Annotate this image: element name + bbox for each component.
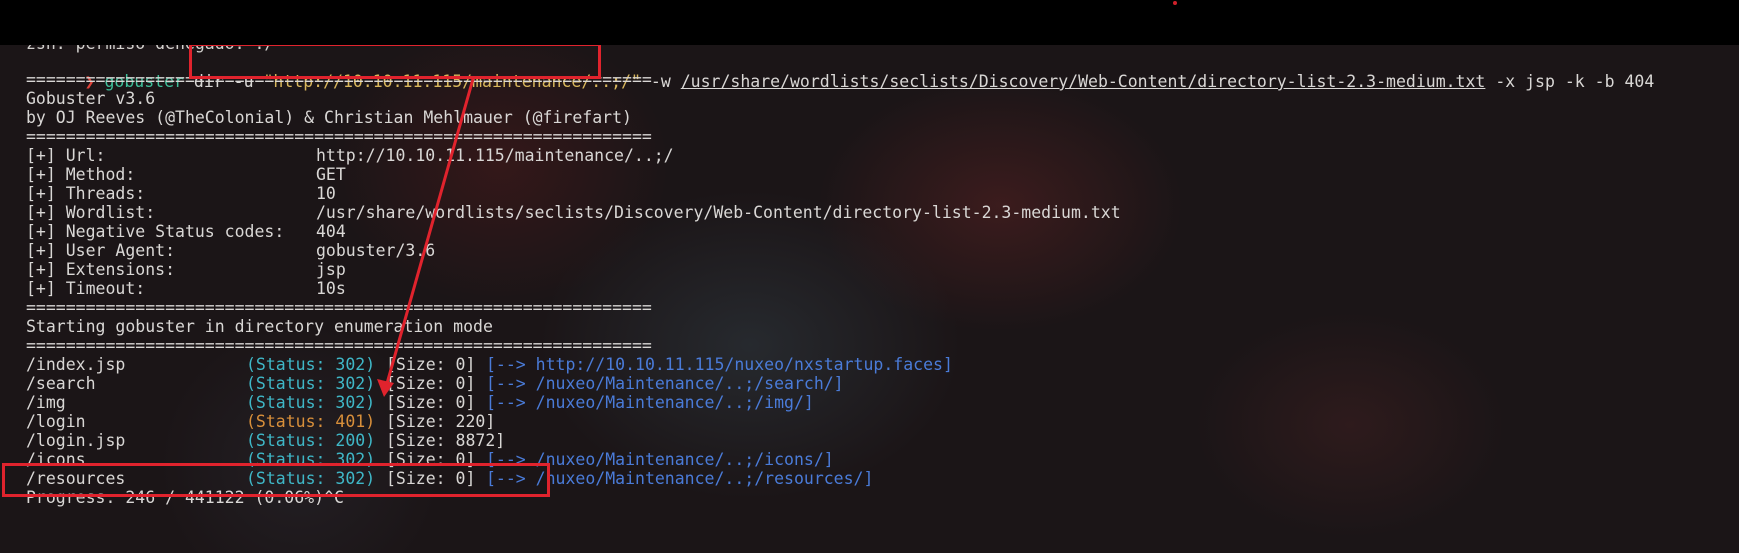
screen-top-bar (0, 0, 1739, 45)
annotation-arrow-icon (377, 78, 475, 397)
cursor-dot (1173, 1, 1177, 5)
terminal-window[interactable]: zsh: permiso denegado: ./ ❯ gobuster dir… (0, 45, 1739, 553)
